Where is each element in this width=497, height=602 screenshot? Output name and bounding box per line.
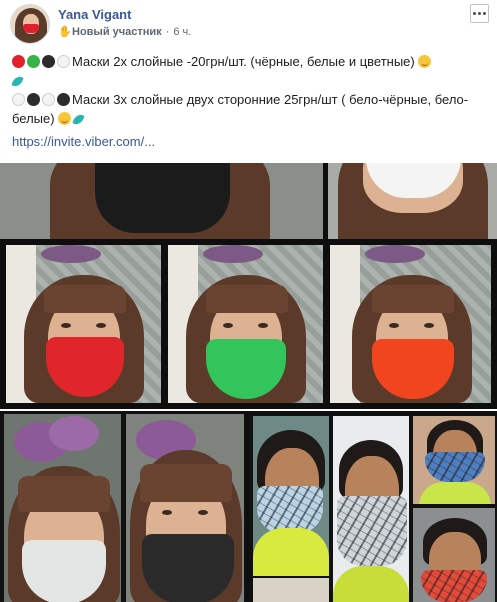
white-circle-icon [57, 55, 70, 68]
post-line-1: Маски 2х слойные -20грн/шт. (чёрные, бел… [12, 52, 490, 90]
photo-grid [0, 163, 497, 602]
author-avatar[interactable] [10, 4, 50, 44]
smiling-face-icon [58, 112, 72, 125]
post-meta: ✋ Новый участник · 6 ч. [58, 26, 191, 38]
black-circle-icon [42, 55, 55, 68]
post-text: Маски 2х слойные -20грн/шт. (чёрные, бел… [12, 52, 490, 151]
post-line-2: Маски 3х слойные двух сторонние 25грн/шт… [12, 90, 490, 128]
photo-bw-masks-collage[interactable] [0, 412, 246, 602]
white-print-mask [22, 540, 106, 602]
post-header: Yana Vigant ✋ Новый участник · 6 ч. [0, 0, 497, 48]
waving-hand-icon: ✋ [58, 25, 72, 38]
black-print-mask [142, 534, 234, 602]
post-line-1-text: Маски 2х слойные -20грн/шт. (чёрные, бел… [72, 54, 415, 69]
photo-red-mask[interactable] [6, 245, 161, 403]
photo-kids-masks-collage[interactable] [249, 412, 497, 602]
black-circle-icon [27, 93, 40, 106]
black-mask [95, 163, 230, 233]
smiling-face-icon [418, 55, 432, 68]
red-circle-icon [12, 55, 25, 68]
green-circle-icon [27, 55, 40, 68]
more-options-icon [473, 12, 476, 15]
white-circle-icon [12, 93, 25, 106]
photo-green-mask[interactable] [168, 245, 323, 403]
more-options-button[interactable] [470, 4, 489, 23]
viber-invite-link[interactable]: https://invite.viber.com/... [12, 132, 155, 151]
feather-icon [12, 74, 26, 87]
white-circle-icon [42, 93, 55, 106]
meta-separator: · [165, 26, 170, 38]
photo-orange-mask[interactable] [330, 245, 491, 403]
feather-icon [73, 112, 87, 125]
photo-black-mask-top-left[interactable] [0, 163, 323, 239]
post-timestamp[interactable]: 6 ч. [173, 26, 191, 38]
black-circle-icon [57, 93, 70, 106]
photo-white-mask-top-right[interactable] [328, 163, 497, 239]
member-badge[interactable]: Новый участник [72, 26, 162, 38]
author-name[interactable]: Yana Vigant [58, 7, 131, 22]
